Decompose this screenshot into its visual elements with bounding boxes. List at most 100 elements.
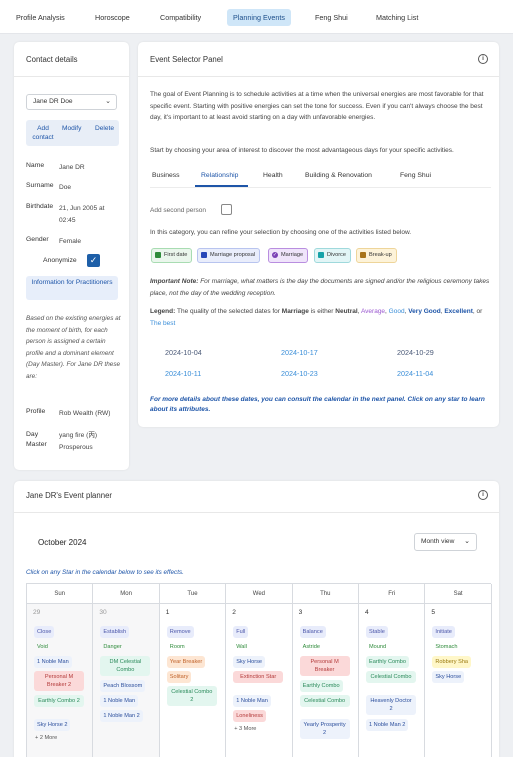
calendar-day-column: Fri 4 Stable Mound Earthly Combo Celestial Co…	[359, 584, 426, 757]
contact-actions: Add contact Modify Delete	[26, 120, 119, 146]
date-link[interactable]: 2024-10-23	[281, 369, 318, 378]
activity-chip-first-date[interactable]: First date	[151, 248, 193, 263]
tab-profile-analysis[interactable]: Profile Analysis	[10, 9, 71, 26]
calendar-star-tag[interactable]: Personal M Breaker 2	[34, 671, 84, 691]
day-number: 3	[298, 609, 303, 616]
divider	[150, 187, 491, 188]
check-icon: ✓	[272, 252, 278, 258]
legend-good: Good	[388, 308, 405, 315]
practitioners-info-button[interactable]: Information for Practitioners	[26, 276, 118, 300]
more-stars-link[interactable]: + 3 More	[234, 726, 256, 732]
calendar-star-tag[interactable]: 1 Noble Man 2	[100, 710, 143, 722]
tab-building-renovation[interactable]: Building & Renovation	[305, 172, 372, 179]
calendar-star-tag[interactable]: Solitary	[166, 671, 192, 683]
contact-select[interactable]: Jane DR Doe ⌄	[26, 94, 117, 110]
calendar-star-tag[interactable]: Sky Horse	[432, 671, 465, 683]
anonymize-label: Anonymize	[43, 257, 77, 264]
calendar-star-tag[interactable]: Danger	[100, 641, 124, 653]
delete-contact-button[interactable]: Delete	[95, 124, 114, 133]
calendar-star-tag[interactable]: Celestial Combo	[366, 671, 416, 683]
profile-label: Profile	[26, 408, 46, 415]
calendar-star-tag[interactable]: Room	[167, 641, 188, 653]
calendar-star-tag[interactable]: Balance	[299, 626, 326, 638]
calendar-star-tag[interactable]: Celestial Combo	[299, 695, 350, 707]
date-link[interactable]: 2024-10-04	[165, 348, 202, 357]
activity-label: Divorce	[327, 252, 346, 258]
day-master-label: Day Master	[26, 431, 47, 448]
date-link[interactable]: 2024-11-04	[397, 369, 433, 378]
calendar-star-tag[interactable]: Void	[34, 641, 51, 653]
info-icon[interactable]: i	[478, 490, 488, 500]
add-contact-button[interactable]: Add contact	[30, 124, 56, 142]
tab-compatibility[interactable]: Compatibility	[154, 9, 207, 26]
view-select[interactable]: Month view ⌄	[414, 533, 477, 551]
activity-chip-divorce[interactable]: Divorce	[314, 248, 351, 263]
calendar-star-tag[interactable]: Establish	[100, 626, 130, 638]
category-text: In this category, you can refine your se…	[150, 229, 412, 236]
tab-relationship[interactable]: Relationship	[201, 172, 238, 179]
calendar-star-tag[interactable]: Earthly Combo 2	[34, 695, 84, 707]
legend-neutral: Neutral	[335, 308, 358, 315]
legend-very-good: Very Good	[408, 308, 441, 315]
calendar-star-tag[interactable]: Robbery Sha	[432, 656, 472, 668]
birthdate-value: 21, Jun 2005 at 02:45	[59, 205, 105, 224]
tab-matching-list[interactable]: Matching List	[370, 9, 424, 26]
activity-chip-marriage[interactable]: ✓ Marriage	[268, 248, 309, 263]
calendar-star-tag[interactable]: Sky Horse	[233, 656, 265, 668]
modify-contact-button[interactable]: Modify	[62, 124, 81, 133]
weekday-header: Thu	[292, 584, 358, 604]
calendar-star-tag[interactable]: 1 Noble Man	[100, 695, 139, 707]
more-stars-link[interactable]: + 2 More	[35, 735, 57, 741]
calendar-star-tag[interactable]: Stomach	[432, 641, 460, 653]
calendar-star-tag[interactable]: Stable	[366, 626, 388, 638]
legend-label: Legend:	[150, 308, 176, 315]
calendar-star-tag[interactable]: Remove	[166, 626, 194, 638]
tab-feng-shui-activities[interactable]: Feng Shui	[400, 172, 431, 179]
calendar-day-column: Sat 5 Initiate Stomach Robbery Sha Sky Horse	[425, 584, 492, 757]
calendar-star-tag[interactable]: Close	[34, 626, 55, 638]
date-link[interactable]: 2024-10-11	[165, 369, 201, 378]
anonymize-checkbox[interactable]: ✓	[87, 254, 100, 267]
add-second-person-checkbox[interactable]	[221, 204, 232, 215]
legend-text: The quality of the selected dates for	[176, 308, 280, 315]
tab-feng-shui[interactable]: Feng Shui	[309, 9, 354, 26]
tab-horoscope[interactable]: Horoscope	[89, 9, 136, 26]
calendar-star-tag[interactable]: Personal M Breaker	[299, 656, 350, 676]
calendar-day-column: Thu 3 Balance Astride Personal M Breaker Eart…	[292, 584, 359, 757]
calendar-star-tag[interactable]: Full	[233, 626, 249, 638]
profile-value: Rob Wealth (RW)	[59, 410, 111, 417]
calendar-star-tag[interactable]: Celestial Combo 2	[166, 686, 217, 706]
calendar-star-tag[interactable]: Earthly Combo	[366, 656, 409, 668]
calendar-star-tag[interactable]: Wall	[233, 641, 250, 653]
weekday-header: Fri	[359, 584, 425, 604]
activity-chip-marriage-proposal[interactable]: Marriage proposal	[197, 248, 261, 263]
calendar-star-tag[interactable]: 1 Noble Man	[233, 695, 271, 707]
legend-excellent: Excellent	[444, 308, 473, 315]
calendar-star-tag[interactable]: Yearly Prosperity 2	[299, 719, 350, 739]
legend-average: Average	[360, 308, 386, 315]
calendar-star-tag[interactable]: Year Breaker	[166, 656, 206, 668]
calendar-star-tag[interactable]: 1 Noble Man	[34, 656, 72, 668]
calendar-star-tag[interactable]: Heavenly Doctor 2	[366, 695, 416, 715]
calendar-star-tag[interactable]: 1 Noble Man 2	[366, 719, 409, 731]
calendar-star-tag[interactable]: Loneliness	[233, 710, 266, 722]
calendar-star-tag[interactable]: Peach Blossom	[100, 680, 146, 692]
activity-chip-break-up[interactable]: Break-up	[356, 248, 397, 263]
date-link[interactable]: 2024-10-29	[397, 348, 434, 357]
tab-business[interactable]: Business	[152, 172, 180, 179]
calendar-star-tag[interactable]: Extinction Star	[233, 671, 284, 683]
calendar-star-tag[interactable]: Mound	[366, 641, 389, 653]
color-swatch	[155, 252, 161, 258]
divider	[138, 76, 499, 77]
date-link[interactable]: 2024-10-17	[281, 348, 318, 357]
calendar-star-tag[interactable]: DM Celestial Combo	[100, 656, 151, 676]
tab-planning-events[interactable]: Planning Events	[227, 9, 291, 26]
legend-text: is either	[310, 308, 334, 315]
calendar-star-tag[interactable]: Sky Horse 2	[34, 719, 71, 731]
tab-health[interactable]: Health	[263, 172, 283, 179]
day-number: 29	[33, 609, 41, 616]
info-icon[interactable]: i	[478, 54, 488, 64]
calendar-star-tag[interactable]: Earthly Combo	[299, 680, 343, 692]
calendar-star-tag[interactable]: Astride	[300, 641, 323, 653]
calendar-star-tag[interactable]: Initiate	[432, 626, 455, 638]
